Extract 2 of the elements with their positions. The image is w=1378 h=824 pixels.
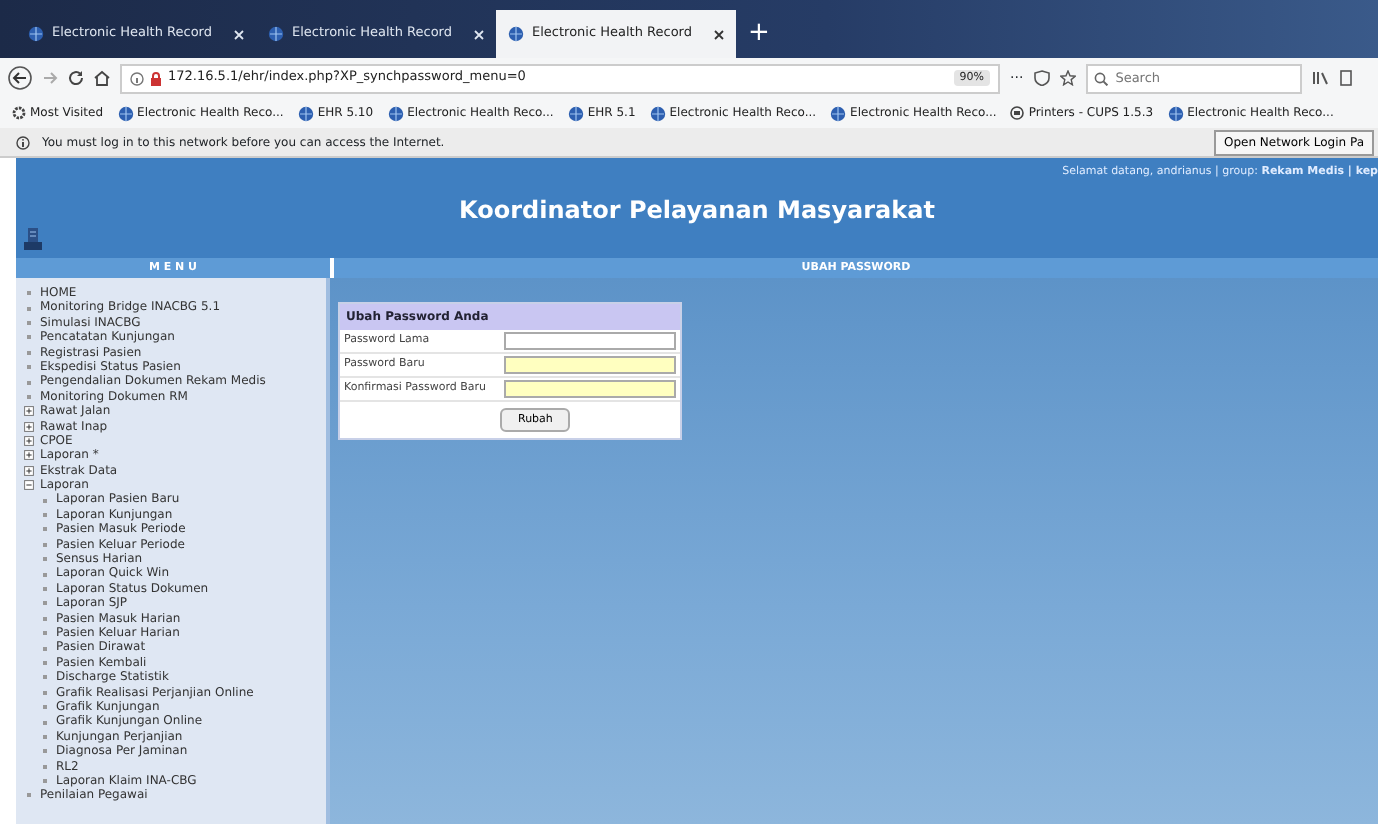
page-title: Koordinator Pelayanan Masyarakat [459, 194, 935, 228]
new-tab-button[interactable]: + [736, 10, 782, 58]
